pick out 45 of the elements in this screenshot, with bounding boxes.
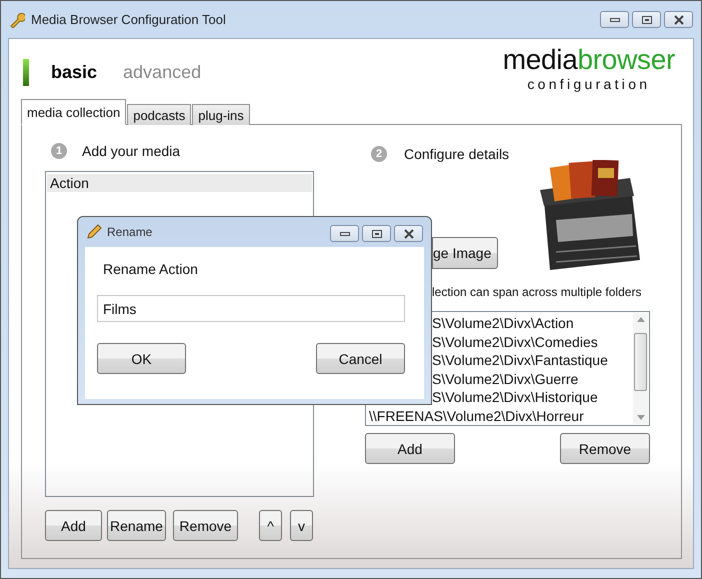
wrench-icon [9,12,25,28]
action-button[interactable]: Rename [107,510,166,541]
folder-caption: lection can span across multiple folders [432,285,642,299]
close-icon [672,14,684,24]
scroll-down-icon[interactable] [636,415,644,420]
close-icon [402,228,414,238]
step-heading: Configure details [404,146,510,162]
tab[interactable]: plug-ins [192,104,250,125]
maximize-icon [372,230,382,238]
minimize-icon [340,230,350,236]
step-heading: Add your media [82,143,180,159]
maximize-button[interactable] [362,225,391,242]
action-button[interactable]: v [290,510,313,541]
dialog-button[interactable]: Cancel [316,343,405,374]
mode-link[interactable]: basic [51,62,98,82]
tab[interactable]: podcasts [127,104,192,125]
minimize-button[interactable] [330,225,359,242]
mode-link[interactable]: advanced [123,62,202,82]
folder-button[interactable]: Add [365,433,455,464]
list-item[interactable]: Action [47,174,312,192]
minimize-icon [610,16,620,22]
tab[interactable]: media collection [21,99,126,125]
close-button[interactable] [394,225,423,242]
window-title: Media Browser Configuration Tool [31,12,226,27]
folder-button[interactable]: Remove [560,433,650,464]
step-number: 1 [51,143,67,159]
scroll-up-icon[interactable] [636,317,644,322]
maximize-button[interactable] [632,11,661,28]
maximize-icon [642,16,652,24]
action-button[interactable]: Add [45,510,102,541]
scrollbar[interactable] [633,313,648,424]
folder-path[interactable]: \\FREENAS\Volume2\Divx\Horreur [366,406,632,425]
pencil-icon [86,224,102,240]
logo-text: mediabrowser [502,45,675,75]
minimize-button[interactable] [600,11,629,28]
image-button[interactable]: ge Image [432,237,498,269]
dialog-prompt: Rename Action [102,261,199,279]
step-number: 2 [371,146,387,162]
action-button[interactable]: Remove [173,510,238,541]
name-field[interactable]: Films [97,295,405,322]
action-button[interactable]: ^ [259,510,282,541]
close-button[interactable] [664,11,693,28]
dialog-button[interactable]: OK [97,343,186,374]
logo-subtitle: configuration [527,75,650,93]
dialog-title: Rename [107,225,152,239]
